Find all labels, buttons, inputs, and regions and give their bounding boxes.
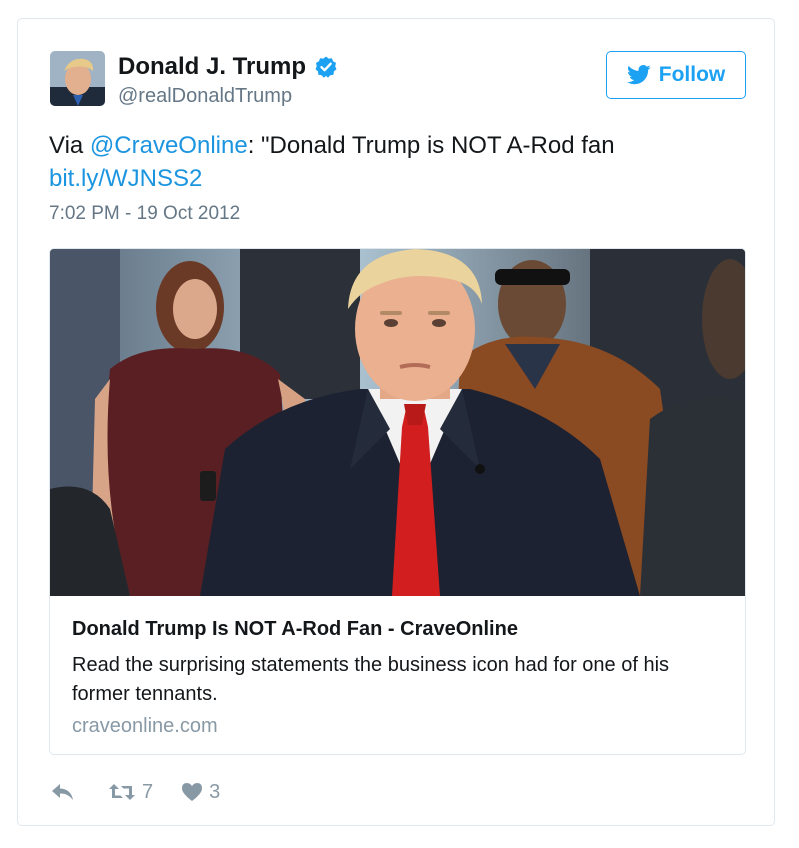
like-count: 3 [209, 780, 221, 803]
mention-link[interactable]: @CraveOnline [90, 132, 248, 159]
reply-button[interactable] [50, 782, 76, 802]
author-name[interactable]: Donald J. Trump [118, 53, 338, 81]
retweet-count: 7 [142, 780, 154, 803]
avatar[interactable] [50, 51, 105, 106]
heart-icon [182, 783, 203, 801]
tweet-text-prefix: Via [49, 132, 90, 159]
link-card[interactable]: Donald Trump Is NOT A-Rod Fan - CraveOnl… [49, 248, 746, 755]
card-image[interactable] [50, 249, 745, 596]
like-button[interactable]: 3 [181, 781, 220, 804]
retweet-icon [109, 784, 135, 800]
tweet-text-quote: : "Donald Trump is NOT A-Rod fan [247, 132, 615, 159]
twitter-bird-icon [626, 65, 651, 85]
card-title[interactable]: Donald Trump Is NOT A-Rod Fan - CraveOnl… [72, 618, 518, 641]
short-url-link[interactable]: bit.ly/WJNSS2 [49, 165, 202, 192]
embedded-tweet: Donald J. Trump @realDonaldTrump Follow … [17, 18, 775, 826]
follow-button-label: Follow [658, 63, 726, 86]
reply-icon [52, 784, 73, 800]
card-description: Read the surprising statements the busin… [72, 654, 670, 705]
verified-badge-icon [314, 55, 338, 79]
card-domain: craveonline.com [72, 715, 218, 737]
tweet-actions: 7 3 [50, 779, 220, 805]
follow-button[interactable]: Follow [606, 51, 746, 99]
tweet-timestamp[interactable]: 7:02 PM - 19 Oct 2012 [49, 203, 240, 225]
retweet-button[interactable]: 7 [108, 781, 153, 804]
author-name-text[interactable]: Donald J. Trump [118, 53, 306, 81]
tweet-text: Via @CraveOnline: "Donald Trump is NOT A… [49, 129, 739, 195]
author-handle[interactable]: @realDonaldTrump [118, 85, 292, 108]
